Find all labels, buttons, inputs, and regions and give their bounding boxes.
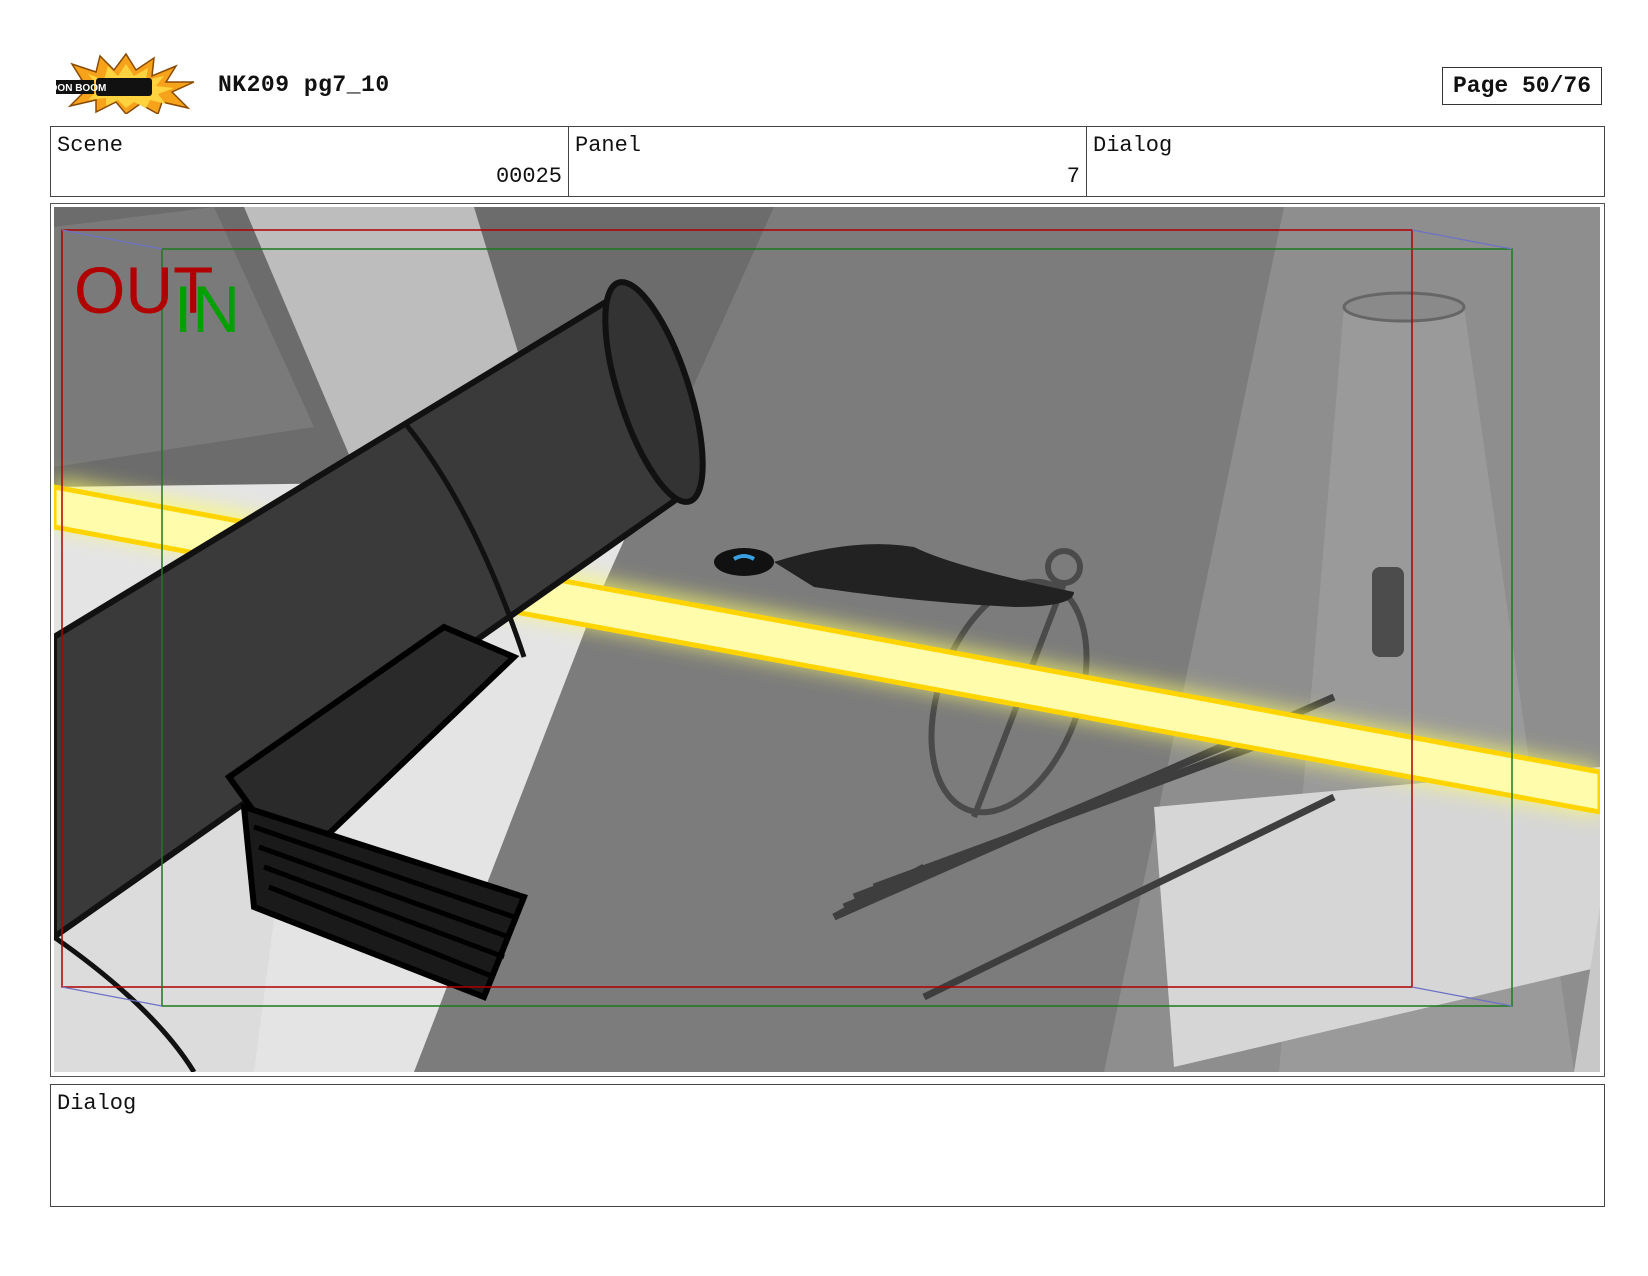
scene-label: Scene <box>57 133 124 158</box>
page-counter: Page 50/76 <box>1442 67 1602 105</box>
panel-value: 7 <box>1066 164 1080 189</box>
scene-cell: Scene 00025 <box>51 127 569 196</box>
dialog-cell: Dialog <box>1087 127 1604 196</box>
in-label: IN <box>174 272 240 346</box>
panel-label: Panel <box>575 133 642 158</box>
storyboard-frame: OUT IN <box>50 203 1605 1077</box>
panel-cell: Panel 7 <box>569 127 1087 196</box>
dialog-header-label: Dialog <box>1093 133 1173 158</box>
info-row: Scene 00025 Panel 7 Dialog <box>50 126 1605 197</box>
dialog-label: Dialog <box>57 1091 137 1116</box>
flying-creature <box>714 548 774 576</box>
storyboard-drawing: OUT IN <box>54 207 1600 1072</box>
document-title: NK209 pg7_10 <box>218 72 390 98</box>
dialog-box: Dialog <box>50 1084 1605 1207</box>
scene-value: 00025 <box>495 164 562 189</box>
logo-text: TOON BOOM <box>54 83 106 94</box>
toon-boom-logo: TOON BOOM <box>44 52 198 116</box>
